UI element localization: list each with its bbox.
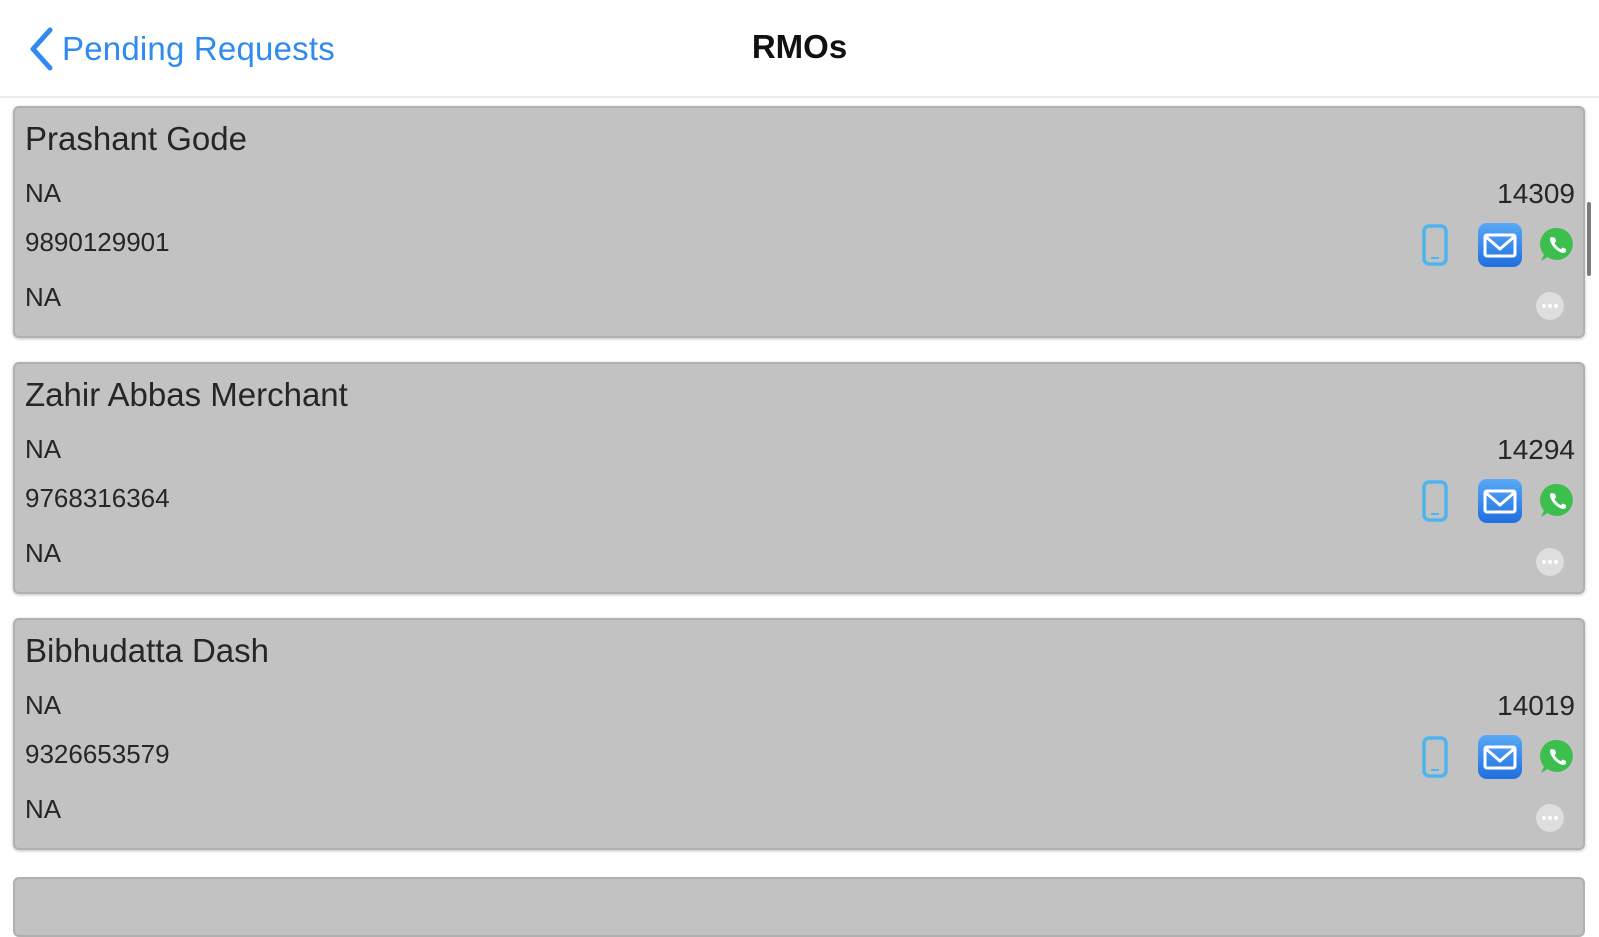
rmo-card-partial[interactable] [13, 877, 1585, 937]
rmo-card[interactable]: Zahir Abbas Merchant NA 14294 9768316364… [13, 362, 1585, 594]
mail-icon[interactable] [1477, 734, 1523, 780]
phone-icon[interactable] [1421, 480, 1449, 522]
rmo-id: 14294 [1497, 434, 1575, 465]
rmo-phone-number: 9326653579 [25, 739, 170, 769]
rmo-field-1: NA [25, 434, 62, 464]
phone-icon[interactable] [1421, 736, 1449, 778]
whatsapp-icon[interactable] [1539, 482, 1575, 520]
scrollbar[interactable] [1587, 202, 1591, 276]
page-title: RMOs [751, 28, 848, 65]
rmo-list[interactable]: Prashant Gode NA 14309 9890129901 NA Zah… [0, 98, 1599, 900]
rmo-card[interactable]: Bibhudatta Dash NA 14019 9326653579 NA [13, 618, 1585, 850]
rmo-field-3: NA [25, 538, 62, 568]
mail-icon[interactable] [1477, 478, 1523, 524]
rmo-id: 14309 [1497, 178, 1575, 209]
rmo-field-1: NA [25, 690, 62, 720]
more-icon[interactable] [1535, 803, 1565, 833]
more-icon[interactable] [1535, 547, 1565, 577]
rmo-phone-number: 9768316364 [25, 483, 170, 513]
rmo-field-3: NA [25, 282, 62, 312]
rmo-card[interactable]: Prashant Gode NA 14309 9890129901 NA [13, 106, 1585, 338]
whatsapp-icon[interactable] [1539, 738, 1575, 776]
rmo-name: Zahir Abbas Merchant [25, 376, 348, 413]
navigation-bar: Pending Requests RMOs [0, 0, 1599, 98]
rmo-field-3: NA [25, 794, 62, 824]
whatsapp-icon[interactable] [1539, 226, 1575, 264]
rmo-name: Bibhudatta Dash [25, 632, 270, 669]
rmo-id: 14019 [1497, 690, 1575, 721]
phone-icon[interactable] [1421, 224, 1449, 266]
rmo-phone-number: 9890129901 [25, 227, 170, 257]
rmo-field-1: NA [25, 178, 62, 208]
more-icon[interactable] [1535, 291, 1565, 321]
mail-icon[interactable] [1477, 222, 1523, 268]
rmo-name: Prashant Gode [25, 120, 247, 157]
